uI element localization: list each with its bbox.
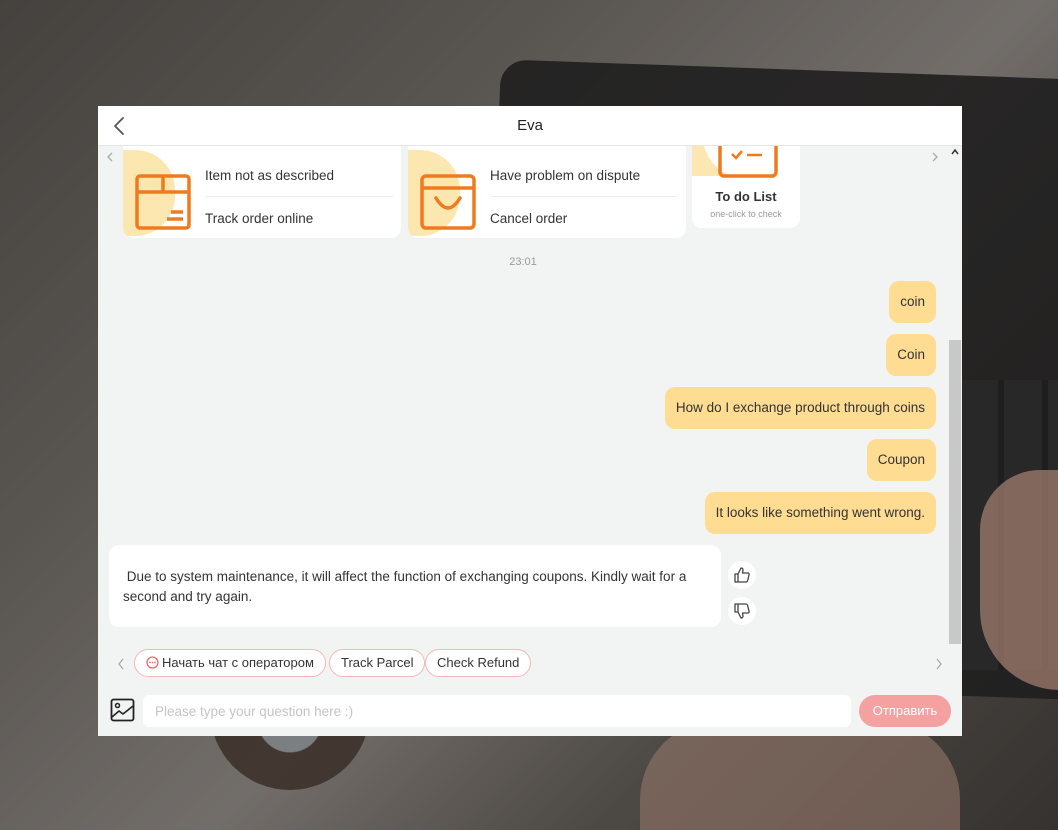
- question-input[interactable]: [143, 695, 851, 727]
- chip-label: Check Refund: [437, 655, 520, 670]
- clipboard-check-icon: [692, 146, 778, 178]
- faq-card-order: Item not as described Track order online: [123, 146, 401, 238]
- faq-card-dispute: Have problem on dispute Cancel order: [408, 146, 686, 238]
- chat-window: Eva Item not as described Track order on…: [98, 106, 962, 736]
- faq-track-order-online[interactable]: Track order online: [205, 198, 393, 238]
- back-arrow-icon[interactable]: [110, 115, 130, 137]
- user-message: Coupon: [866, 439, 936, 481]
- faq-cancel-order[interactable]: Cancel order: [490, 198, 678, 238]
- composer: Отправить: [98, 686, 962, 736]
- chip-label: Начать чат с оператором: [162, 655, 314, 670]
- user-message: Coin: [886, 334, 936, 376]
- package-box-icon: [135, 174, 191, 230]
- quick-replies: Начать чат с оператором Track Parcel Che…: [98, 644, 962, 686]
- scrollbar[interactable]: [948, 146, 962, 644]
- message-list[interactable]: Item not as described Track order online…: [98, 146, 962, 644]
- bot-message: Due to system maintenance, it will affec…: [109, 545, 721, 627]
- chat-bubble-icon: [146, 656, 159, 669]
- user-message: It looks like something went wrong.: [704, 492, 936, 534]
- chip-check-refund[interactable]: Check Refund: [425, 649, 532, 677]
- thumbs-down-icon: [734, 603, 750, 619]
- user-message: How do I exchange product through coins: [664, 387, 936, 429]
- chat-header: Eva: [98, 106, 962, 146]
- message-timestamp: 23:01: [509, 256, 537, 268]
- cards-prev-icon[interactable]: [105, 152, 115, 162]
- thumbs-up-icon: [734, 567, 750, 583]
- chat-title: Eva: [517, 117, 543, 134]
- faq-item-not-as-described[interactable]: Item not as described: [205, 155, 393, 197]
- scrollbar-thumb[interactable]: [949, 340, 961, 644]
- faq-problem-on-dispute[interactable]: Have problem on dispute: [490, 155, 678, 197]
- thumbs-down-button[interactable]: [728, 597, 756, 625]
- todo-list-card[interactable]: To do List one-click to check: [692, 146, 800, 228]
- chips-next-icon[interactable]: [934, 658, 944, 670]
- todo-list-subtitle: one-click to check: [710, 209, 782, 219]
- user-message: coin: [889, 281, 936, 323]
- bot-message-text: Due to system maintenance, it will affec…: [123, 569, 691, 604]
- chip-chat-operator[interactable]: Начать чат с оператором: [134, 649, 326, 677]
- chip-label: Track Parcel: [341, 655, 414, 670]
- chips-prev-icon[interactable]: [116, 658, 126, 670]
- scroll-up-icon[interactable]: [951, 148, 959, 156]
- send-button[interactable]: Отправить: [859, 695, 951, 727]
- cards-next-icon[interactable]: [930, 152, 940, 162]
- chip-track-parcel[interactable]: Track Parcel: [329, 649, 426, 677]
- image-upload-icon[interactable]: [110, 698, 135, 722]
- thumbs-up-button[interactable]: [728, 561, 756, 589]
- todo-list-title: To do List: [715, 189, 777, 204]
- shopping-bag-icon: [420, 174, 476, 230]
